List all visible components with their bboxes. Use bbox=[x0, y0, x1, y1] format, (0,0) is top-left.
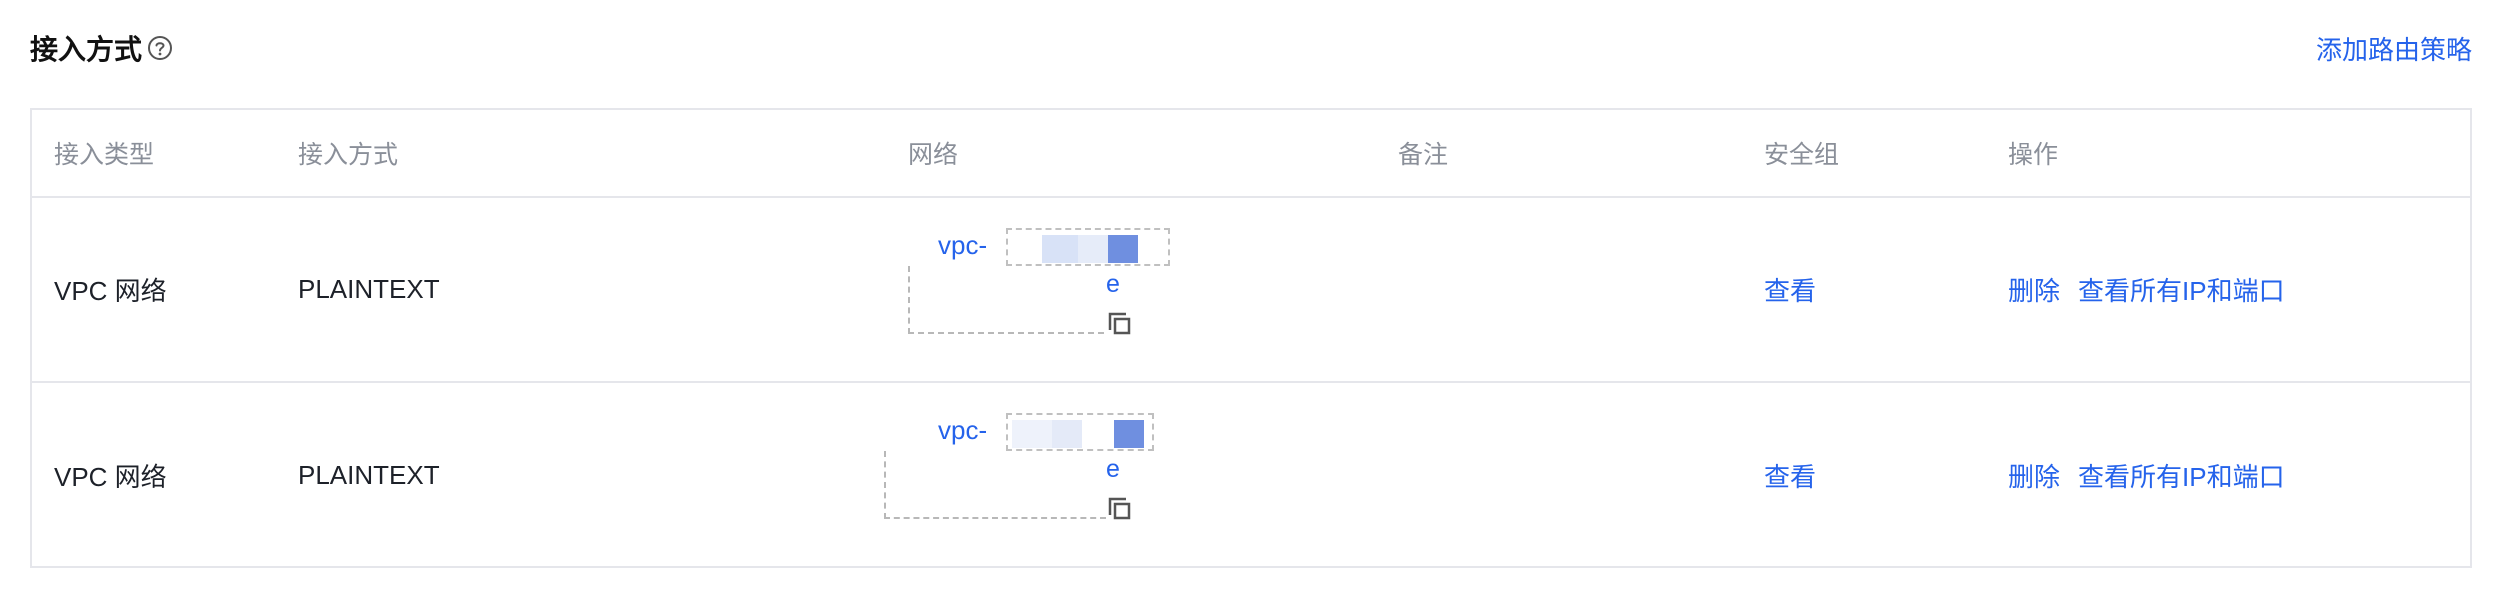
view-all-ip-ports-button[interactable]: 查看所有IP和端口 bbox=[2078, 271, 2285, 308]
delete-button[interactable]: 删除 bbox=[2008, 457, 2060, 494]
question-circle-icon[interactable] bbox=[146, 34, 174, 62]
section-header: 接入方式 bbox=[30, 28, 174, 68]
subnet-id-link[interactable]: e bbox=[1106, 455, 1120, 484]
add-route-policy-link[interactable]: 添加路由策略 bbox=[2316, 30, 2472, 67]
operations-cell: 删除 查看所有IP和端口 bbox=[2008, 383, 2285, 568]
column-header-security-group: 安全组 bbox=[1764, 141, 1840, 169]
copy-icon[interactable] bbox=[1106, 495, 1134, 523]
vpc-id-link[interactable]: vpc- bbox=[938, 415, 987, 446]
column-header-remark: 备注 bbox=[1398, 141, 1449, 169]
security-group-view-link[interactable]: 查看 bbox=[1764, 383, 1816, 568]
access-method-cell: PLAINTEXT bbox=[298, 274, 440, 304]
table-row: VPC 网络 PLAINTEXT vpc- e 查看 删除 查看所有IP和端口 bbox=[32, 383, 2470, 568]
view-security-group-button[interactable]: 查看 bbox=[1764, 271, 1816, 308]
view-security-group-button[interactable]: 查看 bbox=[1764, 457, 1816, 494]
access-type-cell: VPC 网络 bbox=[54, 276, 167, 306]
redacted-subnet-id bbox=[884, 451, 1106, 519]
table-row: VPC 网络 PLAINTEXT vpc- e 查看 删除 查看所有IP和端口 bbox=[32, 198, 2470, 383]
access-methods-table: 接入类型 接入方式 网络 备注 安全组 操作 VPC 网络 PLAINTEXT … bbox=[30, 108, 2472, 568]
column-header-access-method: 接入方式 bbox=[298, 141, 399, 169]
network-cell: vpc- e bbox=[884, 383, 1208, 568]
column-header-network: 网络 bbox=[908, 141, 959, 169]
copy-icon[interactable] bbox=[1106, 310, 1134, 338]
network-cell: vpc- e bbox=[908, 198, 1208, 381]
column-header-access-type: 接入类型 bbox=[54, 141, 155, 169]
redacted-subnet-id bbox=[908, 266, 1104, 334]
access-method-cell: PLAINTEXT bbox=[298, 460, 440, 490]
subnet-id-link[interactable]: e bbox=[1106, 270, 1120, 299]
security-group-view-link[interactable]: 查看 bbox=[1764, 198, 1816, 381]
table-header-row: 接入类型 接入方式 网络 备注 安全组 操作 bbox=[32, 110, 2470, 198]
column-header-operations: 操作 bbox=[2008, 141, 2059, 169]
redacted-vpc-id bbox=[1006, 228, 1170, 266]
operations-cell: 删除 查看所有IP和端口 bbox=[2008, 198, 2285, 381]
view-all-ip-ports-button[interactable]: 查看所有IP和端口 bbox=[2078, 457, 2285, 494]
section-title: 接入方式 bbox=[30, 34, 143, 65]
access-type-cell: VPC 网络 bbox=[54, 462, 167, 492]
vpc-id-link[interactable]: vpc- bbox=[938, 230, 987, 261]
redacted-vpc-id bbox=[1006, 413, 1154, 451]
delete-button[interactable]: 删除 bbox=[2008, 271, 2060, 308]
